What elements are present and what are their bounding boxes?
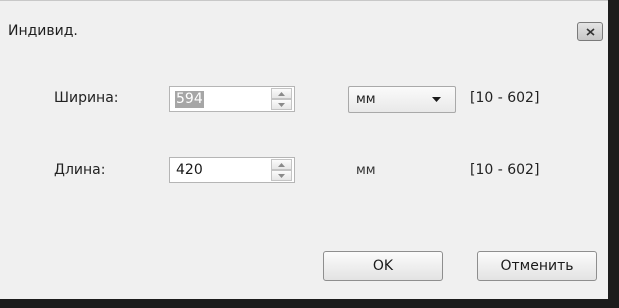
chevron-down-icon: [432, 97, 441, 102]
width-unit-select[interactable]: мм: [348, 86, 456, 113]
length-increment-button[interactable]: [271, 159, 292, 170]
width-range: [10 - 602]: [470, 90, 540, 106]
arrow-down-icon: [278, 103, 285, 107]
length-range: [10 - 602]: [470, 162, 540, 178]
arrow-up-icon: [278, 92, 285, 96]
ok-button[interactable]: OK: [323, 251, 443, 281]
length-value: 420: [176, 162, 203, 178]
arrow-down-icon: [278, 174, 285, 178]
close-icon: [586, 28, 595, 36]
title-bar: Индивид.: [0, 1, 608, 45]
screen-shadow-bottom: [0, 299, 619, 308]
cancel-button[interactable]: Отменить: [477, 251, 597, 281]
length-stepper: [271, 159, 292, 181]
close-button[interactable]: [577, 22, 603, 41]
width-unit-value: мм: [356, 92, 376, 107]
length-input[interactable]: 420: [169, 157, 295, 183]
width-decrement-button[interactable]: [271, 99, 292, 110]
length-label: Длина:: [54, 162, 106, 178]
width-value: 594: [175, 91, 204, 108]
arrow-up-icon: [278, 163, 285, 167]
screen-shadow: [608, 0, 619, 308]
width-stepper: [271, 88, 292, 110]
dialog-title: Индивид.: [8, 23, 78, 39]
custom-size-dialog: Индивид. Ширина: 594 мм [10 - 602] Длина…: [0, 0, 608, 300]
width-label: Ширина:: [54, 90, 119, 106]
length-decrement-button[interactable]: [271, 170, 292, 181]
length-unit: мм: [356, 163, 376, 178]
width-input[interactable]: 594: [169, 86, 295, 112]
dialog-body: Ширина: 594 мм [10 - 602] Длина: 420 мм …: [10, 45, 608, 300]
width-increment-button[interactable]: [271, 88, 292, 99]
